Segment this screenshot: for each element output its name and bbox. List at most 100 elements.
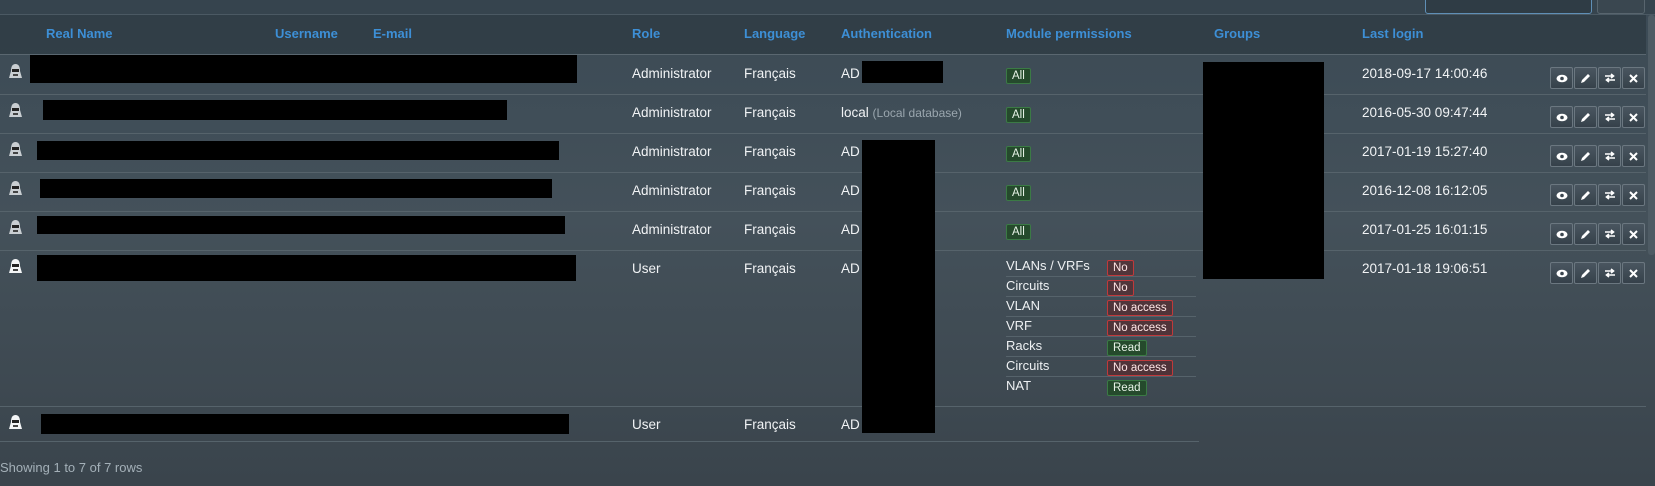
edit-button[interactable]	[1574, 223, 1597, 245]
view-button[interactable]	[1550, 145, 1573, 167]
header-real-name[interactable]: Real Name	[46, 26, 112, 41]
redacted-block	[37, 255, 576, 281]
pencil-icon	[1580, 268, 1591, 279]
authentication-cell: AD	[841, 183, 860, 198]
redacted-block	[37, 216, 565, 234]
permission-access-badge: No access	[1107, 300, 1173, 316]
delete-button[interactable]	[1622, 67, 1645, 89]
permission-divider	[1006, 376, 1196, 377]
header-module-permissions[interactable]: Module permissions	[1006, 26, 1132, 41]
authentication-cell: AD	[841, 417, 860, 432]
redacted-block	[30, 55, 577, 83]
language-cell: Français	[744, 261, 796, 276]
permission-badge: All	[1006, 107, 1031, 123]
header-language[interactable]: Language	[744, 26, 805, 41]
toolbar-button[interactable]	[1597, 0, 1645, 14]
eye-icon	[1556, 74, 1568, 83]
row-actions	[1550, 145, 1645, 167]
switch-user-button[interactable]	[1598, 184, 1621, 206]
edit-button[interactable]	[1574, 67, 1597, 89]
role-cell: User	[632, 261, 661, 276]
language-cell: Français	[744, 417, 796, 432]
delete-button[interactable]	[1622, 106, 1645, 128]
switch-user-button[interactable]	[1598, 145, 1621, 167]
edit-button[interactable]	[1574, 145, 1597, 167]
permission-module-label: NAT	[1006, 378, 1032, 393]
redacted-block	[862, 140, 935, 433]
permission-module-label: VRF	[1006, 318, 1032, 333]
header-email[interactable]: E-mail	[373, 26, 412, 41]
switch-icon	[1604, 73, 1616, 83]
language-cell: Français	[744, 222, 796, 237]
switch-icon	[1604, 268, 1616, 278]
switch-icon	[1604, 112, 1616, 122]
permission-access-badge: Read	[1107, 380, 1147, 396]
auth-method: AD	[841, 183, 860, 198]
edit-button[interactable]	[1574, 184, 1597, 206]
header-last-login[interactable]: Last login	[1362, 26, 1423, 41]
view-button[interactable]	[1550, 184, 1573, 206]
delete-button[interactable]	[1622, 223, 1645, 245]
last-login-cell: 2017-01-19 15:27:40	[1362, 144, 1488, 159]
switch-icon	[1604, 151, 1616, 161]
user-avatar-icon	[8, 102, 23, 119]
eye-icon	[1556, 113, 1568, 122]
header-username[interactable]: Username	[275, 26, 338, 41]
role-cell: Administrator	[632, 66, 712, 81]
close-icon	[1629, 112, 1638, 122]
switch-user-button[interactable]	[1598, 223, 1621, 245]
close-icon	[1629, 151, 1638, 161]
role-cell: Administrator	[632, 183, 712, 198]
permission-badge: All	[1006, 68, 1031, 84]
row-actions	[1550, 262, 1645, 284]
scrollbar[interactable]	[1648, 15, 1655, 255]
pagination-info: Showing 1 to 7 of 7 rows	[0, 460, 143, 475]
delete-button[interactable]	[1622, 145, 1645, 167]
delete-button[interactable]	[1622, 262, 1645, 284]
switch-icon	[1604, 229, 1616, 239]
permission-access-badge: No access	[1107, 360, 1173, 376]
user-avatar-icon	[8, 63, 23, 80]
switch-user-button[interactable]	[1598, 262, 1621, 284]
header-groups[interactable]: Groups	[1214, 26, 1260, 41]
language-cell: Français	[744, 183, 796, 198]
permission-divider	[1006, 336, 1196, 337]
auth-method: AD	[841, 66, 860, 81]
search-input[interactable]	[1425, 0, 1592, 14]
close-icon	[1629, 229, 1638, 239]
eye-icon	[1556, 152, 1568, 161]
view-button[interactable]	[1550, 67, 1573, 89]
permission-badge: All	[1006, 146, 1031, 162]
role-cell: Administrator	[632, 105, 712, 120]
permission-module-label: Circuits	[1006, 278, 1050, 293]
authentication-cell: AD	[841, 261, 860, 276]
role-cell: Administrator	[632, 222, 712, 237]
auth-note: (Local database)	[872, 106, 962, 120]
row-actions	[1550, 106, 1645, 128]
edit-button[interactable]	[1574, 106, 1597, 128]
view-button[interactable]	[1550, 223, 1573, 245]
role-cell: Administrator	[632, 144, 712, 159]
permission-divider	[1006, 316, 1196, 317]
auth-method: AD	[841, 261, 860, 276]
last-login-cell: 2017-01-18 19:06:51	[1362, 261, 1488, 276]
auth-method: AD	[841, 144, 860, 159]
pencil-icon	[1580, 151, 1591, 162]
header-role[interactable]: Role	[632, 26, 660, 41]
redacted-block	[1203, 62, 1324, 279]
permission-badge: All	[1006, 224, 1031, 240]
redacted-block	[37, 141, 559, 160]
switch-user-button[interactable]	[1598, 67, 1621, 89]
view-button[interactable]	[1550, 262, 1573, 284]
edit-button[interactable]	[1574, 262, 1597, 284]
view-button[interactable]	[1550, 106, 1573, 128]
redacted-block	[41, 414, 569, 434]
permission-module-label: Circuits	[1006, 358, 1050, 373]
header-authentication[interactable]: Authentication	[841, 26, 932, 41]
switch-user-button[interactable]	[1598, 106, 1621, 128]
delete-button[interactable]	[1622, 184, 1645, 206]
row-actions	[1550, 67, 1645, 89]
permission-divider	[1006, 276, 1196, 277]
pencil-icon	[1580, 73, 1591, 84]
authentication-cell: local (Local database)	[841, 105, 962, 120]
